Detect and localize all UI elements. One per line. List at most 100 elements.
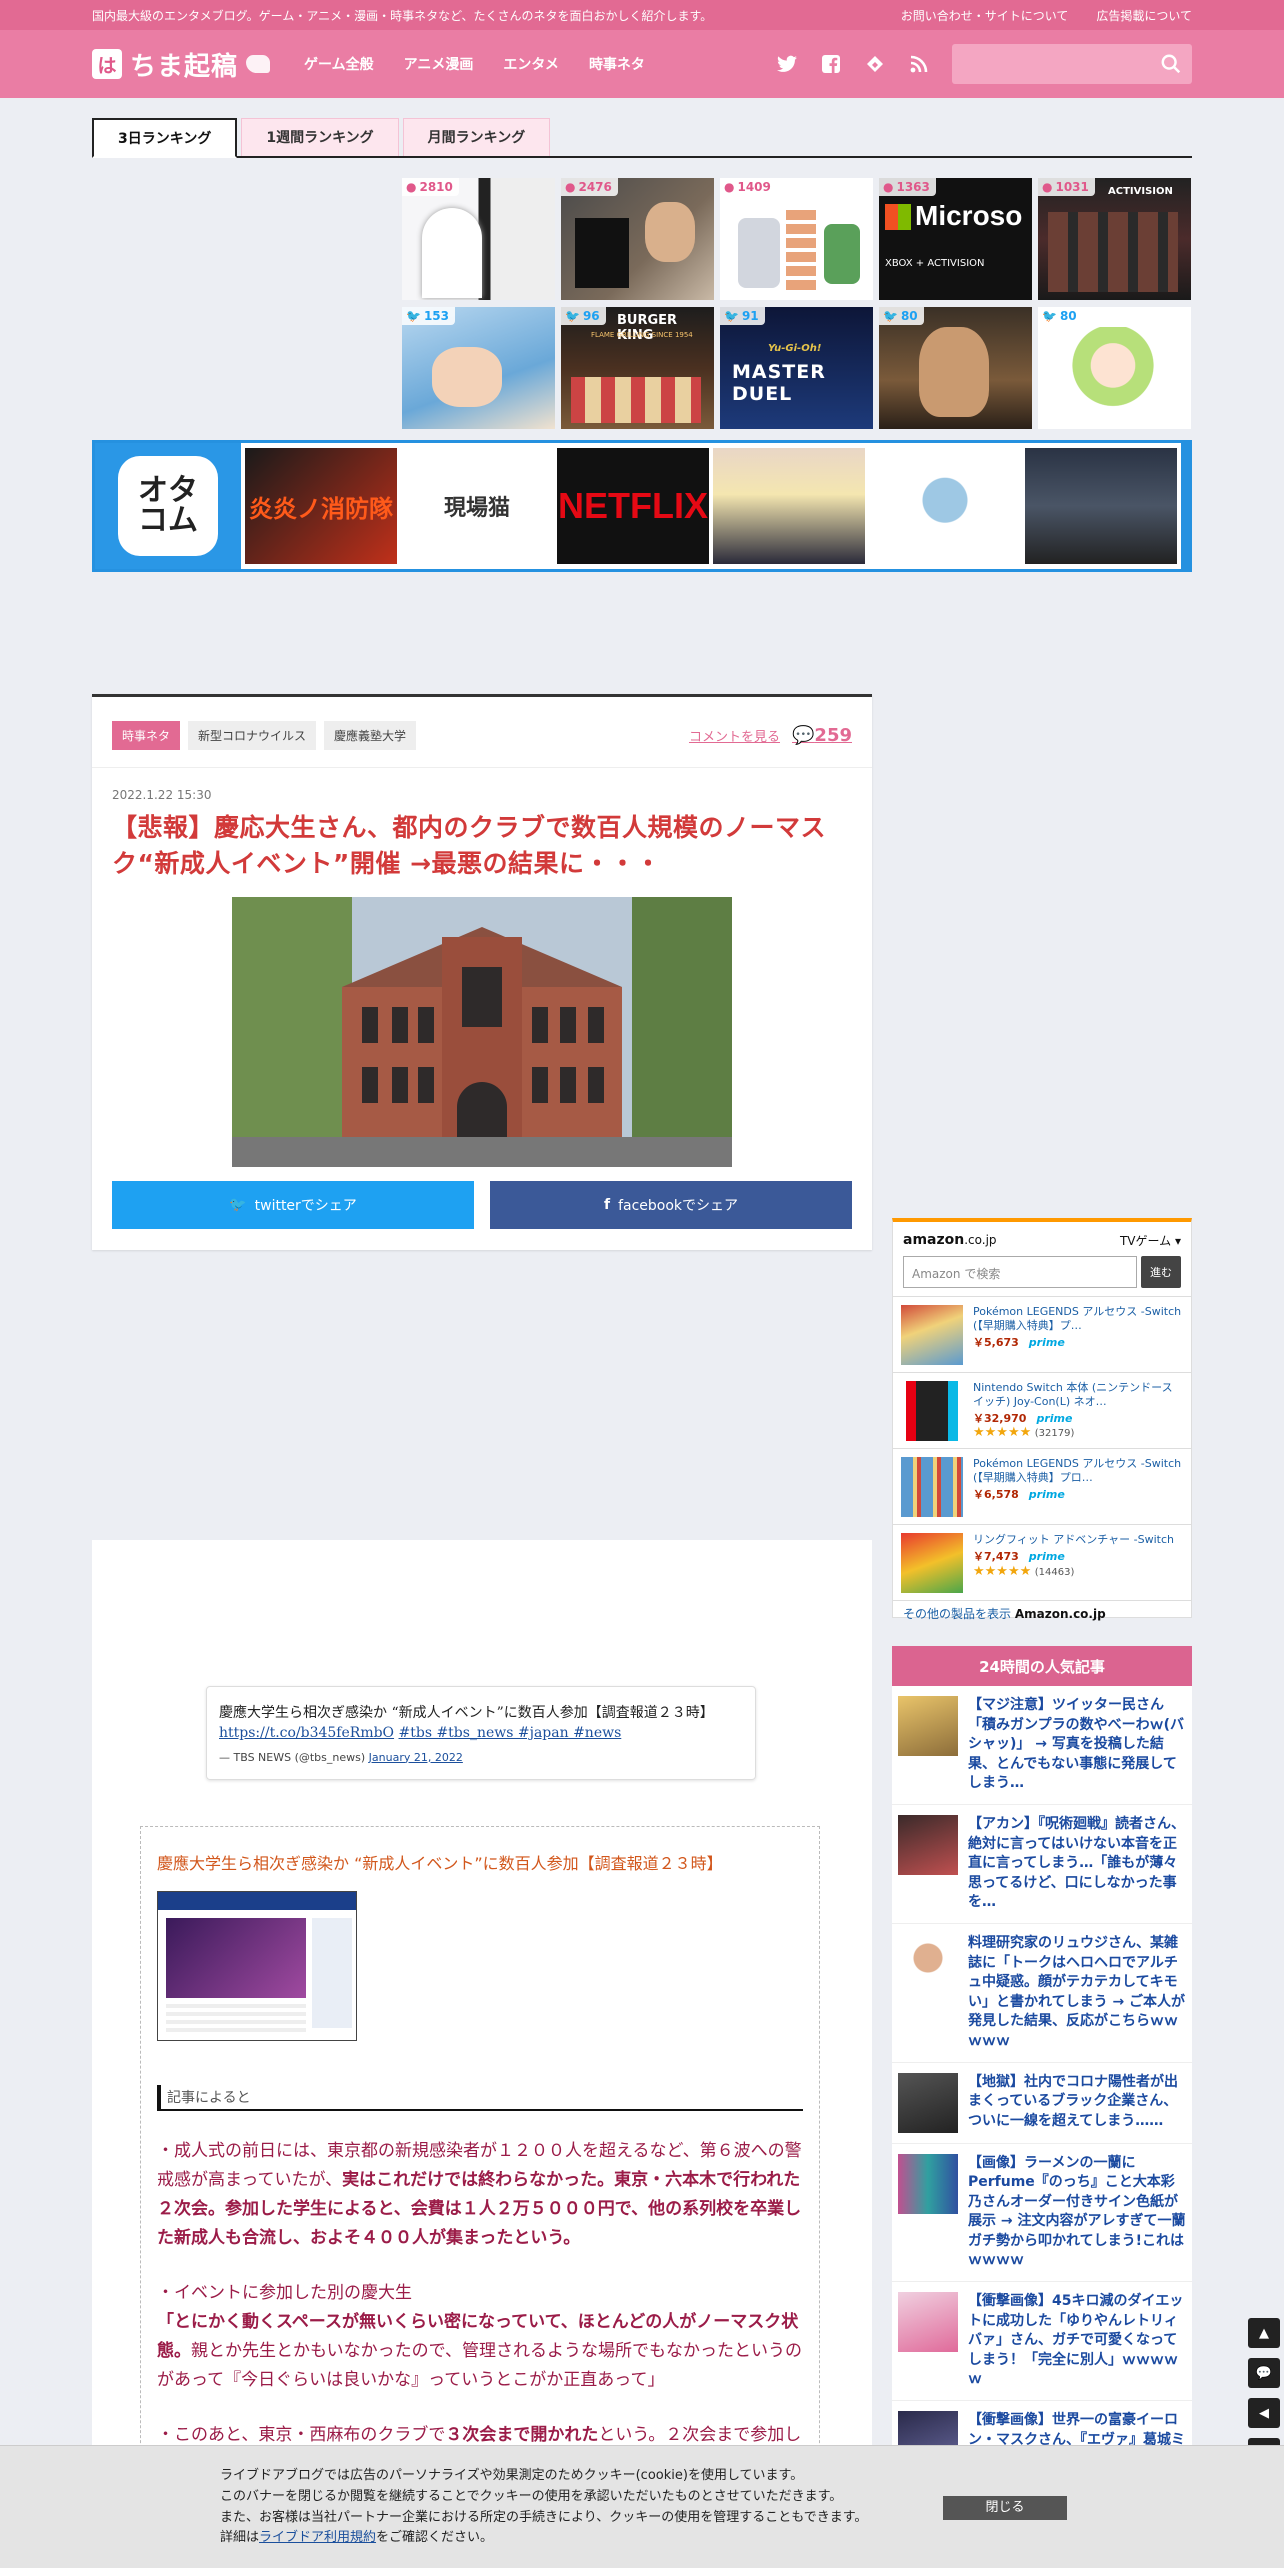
logo-mark: は (92, 49, 122, 79)
product-price: ￥32,970 (973, 1411, 1027, 1425)
popular-item[interactable]: 【地獄】社内でコロナ陽性者が出まくっているブラック企業さん、ついに一線を超えてし… (892, 2063, 1192, 2144)
popular-thumb (898, 2292, 958, 2353)
top-bar: 国内最大級のエンタメブログ。ゲーム・アニメ・漫画・時事ネタなど、たくさんのネタを… (0, 0, 1284, 30)
ranking-tabs: 3日ランキング 1週間ランキング 月間ランキング (92, 118, 1192, 158)
site-logo[interactable]: は ちま起稿 (92, 46, 271, 83)
popular-item[interactable]: 【アカン】『呪術廻戦』読者さん、絶対に言ってはいけない本音を正直に言ってしまう…… (892, 1805, 1192, 1924)
nav-anime[interactable]: アニメ漫画 (404, 54, 474, 74)
top-links: お問い合わせ・サイトについて 広告掲載について (901, 7, 1192, 24)
otakomu-tile[interactable] (713, 448, 865, 564)
review-count: (14463) (1034, 1566, 1075, 1578)
otakomu-tile[interactable] (1025, 448, 1177, 564)
popular-item[interactable]: 【画像】ラーメンの一蘭にPerfume『のっち』こと大本彩乃さんオーダー付きサイ… (892, 2144, 1192, 2283)
ranking-card[interactable]: ● 1363 Microso XBOX + ACTIVISION (879, 178, 1032, 300)
nav-game[interactable]: ゲーム全般 (304, 54, 374, 74)
amazon-product[interactable]: リングフィット アドベンチャー -Switch ￥7,473 prime ★★★★… (893, 1525, 1191, 1601)
comment-icon[interactable]: 💬 (1248, 2358, 1280, 2388)
amazon-logo[interactable]: amazon.co.jp (903, 1232, 997, 1248)
cookie-banner: ライブドアブログでは広告のパーソナライズや効果測定のためクッキー(cookie)… (0, 2445, 1284, 2568)
otakomu-tile[interactable]: NETFLIX (557, 448, 709, 564)
ranking-card[interactable]: ● 1409 (720, 178, 873, 300)
popular-title: 【地獄】社内でコロナ陽性者が出まくっているブラック企業さん、ついに一線を超えてし… (968, 2073, 1178, 2129)
tag[interactable]: 慶應義塾大学 (324, 720, 417, 750)
cookie-text: また、お客様は当社パートナー企業における所定の手続きにより、クッキーの使用を管理… (220, 2509, 868, 2525)
comment-link[interactable]: コメントを見る 💬259 (689, 725, 852, 746)
ad-link[interactable]: 広告掲載について (1096, 7, 1192, 24)
otakomu-tiles: 炎炎ノ消防隊 現場猫 NETFLIX (241, 443, 1181, 569)
quote-title[interactable]: 慶應大学生ら相次ぎ感染か “新成人イベント”に数百人参加【調査報道２３時】 (157, 1853, 803, 1875)
ranking-card[interactable]: 🐦 80 (1038, 307, 1191, 429)
ranking-card[interactable]: 🐦 80 (879, 307, 1032, 429)
embedded-tweet[interactable]: 慶應大学生ら相次ぎ感染か “新成人イベント”に数百人参加【調査報道２３時】 ht… (206, 1686, 756, 1780)
tweet-count-badge: 🐦 91 (720, 307, 765, 325)
amazon-widget: amazon.co.jp TVゲーム ▾ Amazon で検索 進む Pokém… (892, 1218, 1192, 1621)
nav-entame[interactable]: エンタメ (503, 54, 559, 74)
tab-month[interactable]: 月間ランキング (402, 118, 551, 156)
sidebar: amazon.co.jp TVゲーム ▾ Amazon で検索 進む Pokém… (892, 1218, 1192, 2501)
amazon-category-select[interactable]: TVゲーム ▾ (1120, 1232, 1181, 1249)
tile-text: Microso (915, 200, 1023, 231)
facebook-icon[interactable] (820, 53, 842, 75)
tile-subtext: FLAME GRILLING SINCE 1954 (591, 331, 693, 339)
prime-badge: prime (1028, 1335, 1065, 1349)
contact-link[interactable]: お問い合わせ・サイトについて (901, 7, 1069, 24)
otakomu-banner[interactable]: オタ コム 炎炎ノ消防隊 現場猫 NETFLIX (92, 440, 1192, 572)
tile-subtext: Yu-Gi-Oh! (768, 343, 822, 354)
ranking-card[interactable]: ● 2476 (561, 178, 714, 300)
twitter-share-label: twitterでシェア (254, 1198, 357, 1214)
ranking-card[interactable]: 🐦 96 BURGER KING FLAME GRILLING SINCE 19… (561, 307, 714, 429)
tweet-date[interactable]: January 21, 2022 (369, 1751, 463, 1764)
tweet-hashtags[interactable]: #tbs #tbs_news #japan #news (399, 1725, 622, 1741)
site-header: は ちま起稿 ゲーム全般 アニメ漫画 エンタメ 時事ネタ (0, 30, 1284, 98)
otakomu-tile[interactable]: 炎炎ノ消防隊 (245, 448, 397, 564)
amazon-search-button[interactable]: 進む (1141, 1256, 1181, 1288)
amazon-more-link[interactable]: その他の製品を表示 Amazon.co.jp (893, 1601, 1191, 1626)
tweet-link[interactable]: https://t.co/b345feRmbO (219, 1725, 394, 1741)
cookie-close-button[interactable]: 閉じる (943, 2496, 1067, 2520)
twitter-share-button[interactable]: 🐦 twitterでシェア (112, 1181, 474, 1229)
product-name: Pokémon LEGENDS アルセウス -Switch (【早期購入特典】プ… (973, 1305, 1182, 1332)
popular-thumb (898, 1696, 958, 1756)
terms-link[interactable]: ライブドア利用規約 (259, 2530, 376, 2545)
tab-3day[interactable]: 3日ランキング (92, 118, 238, 158)
quote-paragraph: ・イベントに参加した別の慶大生 「とにかく動くスペースが無いくらい密になっていて、… (157, 2282, 802, 2390)
amazon-product[interactable]: Pokémon LEGENDS アルセウス -Switch (【早期購入特典】プ… (893, 1297, 1191, 1373)
header-search[interactable] (952, 44, 1192, 84)
amazon-product[interactable]: Pokémon LEGENDS アルセウス -Switch (【早期購入特典】プ… (893, 1449, 1191, 1525)
amazon-search-input[interactable]: Amazon で検索 (903, 1256, 1137, 1288)
comment-count-badge: ● 1409 (720, 178, 777, 196)
product-name: Nintendo Switch 本体 (ニンテンドースイッチ) Joy-Con(… (973, 1381, 1173, 1408)
comment-link-label: コメントを見る (688, 729, 780, 745)
prime-badge: prime (1028, 1549, 1065, 1563)
popular-item[interactable]: 料理研究家のリュウジさん、某雑誌に「トークはヘロヘロでアルチュ中疑惑。顔がテカテ… (892, 1924, 1192, 2063)
ranking-card[interactable]: ● 2810 (402, 178, 555, 300)
ranking-card[interactable]: ● 1031 ACTIVISION (1038, 178, 1191, 300)
amazon-product[interactable]: Nintendo Switch 本体 (ニンテンドースイッチ) Joy-Con(… (893, 1373, 1191, 1449)
facebook-share-button[interactable]: f facebookでシェア (490, 1181, 852, 1229)
facebook-icon: f (603, 1197, 611, 1213)
rss-icon[interactable] (908, 53, 930, 75)
global-nav: ゲーム全般 アニメ漫画 エンタメ 時事ネタ (304, 54, 645, 74)
tag[interactable]: 新型コロナウイルス (188, 720, 317, 750)
article-tags: 時事ネタ 新型コロナウイルス 慶應義塾大学 コメントを見る 💬259 (92, 697, 872, 753)
product-price: ￥6,578 (973, 1487, 1019, 1501)
feedly-icon[interactable] (864, 53, 886, 75)
chevron-left-icon[interactable]: ◀ (1248, 2398, 1280, 2428)
category-tag[interactable]: 時事ネタ (112, 720, 181, 750)
scroll-top-icon[interactable]: ▲ (1248, 2318, 1280, 2348)
otakomu-tile[interactable] (869, 448, 1021, 564)
ranking-card[interactable]: 🐦 153 (402, 307, 555, 429)
quote-thumbnail[interactable] (157, 1891, 357, 2042)
popular-item[interactable]: 【マジ注意】ツイッター民さん「積みガンプラの数やべーわｗ(バシャッ)」 → 写真… (892, 1686, 1192, 1805)
otakomu-tile[interactable]: 現場猫 (401, 448, 553, 564)
ranking-card[interactable]: 🐦 91 Yu-Gi-Oh! MASTER DUEL (720, 307, 873, 429)
popular-thumb (898, 2153, 958, 2214)
search-icon[interactable] (1160, 53, 1182, 75)
popular-item[interactable]: 【衝撃画像】45キロ減のダイエットに成功した「ゆりやんレトリィバァ」さん、ガチで… (892, 2282, 1192, 2402)
nav-news[interactable]: 時事ネタ (589, 54, 645, 74)
prime-badge: prime (1036, 1411, 1073, 1425)
tab-1week[interactable]: 1週間ランキング (241, 118, 399, 156)
comment-count: 💬259 (792, 724, 852, 746)
twitter-icon[interactable] (776, 53, 798, 75)
cookie-text: 詳細はライブドア利用規約をご確認ください。 (220, 2530, 494, 2546)
